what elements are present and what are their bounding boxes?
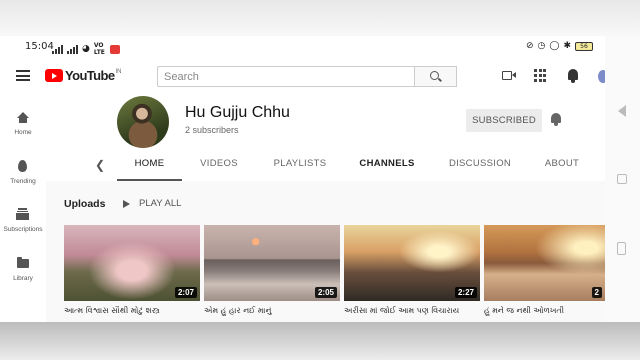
menu-icon[interactable] — [16, 70, 30, 81]
youtube-app: YouTube IN Search Home Trending Subscrip… — [0, 58, 608, 324]
notification-app-icon — [109, 44, 120, 54]
masthead: YouTube IN Search — [0, 58, 608, 94]
notification-bell-icon[interactable] — [549, 113, 563, 127]
shelf-title[interactable]: Uploads — [64, 198, 105, 210]
chevron-left-icon[interactable]: ❮ — [95, 158, 105, 172]
video-thumbnail[interactable]: 2:05 — [204, 225, 340, 301]
tab-videos[interactable]: VIDEOS — [191, 149, 247, 181]
video-title[interactable]: એમ હું હાર નઈ માનું — [204, 306, 340, 316]
youtube-logo[interactable]: YouTube IN — [45, 68, 121, 83]
volte-badge: VO LTE — [93, 42, 105, 56]
channel-header: Hu Gujju Chhu 2 subscribers SUBSCRIBED — [46, 94, 605, 149]
status-time: 15:04 — [25, 41, 54, 52]
play-all-button[interactable]: PLAY ALL — [123, 198, 181, 209]
channel-tabs: ❮ HOME VIDEOS PLAYLISTS CHANNELS DISCUSS… — [46, 149, 605, 181]
video-title[interactable]: આત્મ વિશ્વાસ સૌથી મોટું શસ્ત્ર — [64, 306, 200, 316]
video-card[interactable]: 2 હું મને જ નથી ઓળખતી — [484, 225, 605, 316]
channel-avatar[interactable] — [117, 96, 169, 148]
subscriber-count: 2 subscribers — [185, 125, 239, 135]
create-video-icon[interactable] — [502, 69, 516, 83]
logo-country: IN — [115, 68, 122, 75]
signal-icon-2 — [67, 44, 78, 54]
flame-icon — [18, 160, 27, 172]
video-title[interactable]: અરીસા માં જોઈ આમ પણ વિચારાય — [344, 306, 480, 316]
tab-channels[interactable]: CHANNELS — [355, 149, 419, 181]
video-title[interactable]: હું મને જ નથી ઓળખતી — [484, 306, 605, 316]
mute-icon: ⊘ — [525, 41, 534, 51]
tab-discussion[interactable]: DISCUSSION — [444, 149, 516, 181]
video-thumbnail[interactable]: 2:27 — [344, 225, 480, 301]
bluetooth-icon: ✱ — [563, 41, 571, 51]
video-thumbnail[interactable]: 2 — [484, 225, 605, 301]
video-card[interactable]: 2:07 આત્મ વિશ્વાસ સૌથી મોટું શસ્ત્ર — [64, 225, 200, 316]
video-duration: 2 — [591, 287, 602, 298]
guide-item-subscriptions[interactable]: Subscriptions — [0, 207, 46, 233]
screen-bottom-fade — [0, 322, 640, 360]
guide-item-label: Home — [14, 129, 32, 136]
guide-item-label: Subscriptions — [3, 226, 43, 233]
channel-name: Hu Gujju Chhu — [185, 104, 290, 121]
guide-item-label: Trending — [10, 178, 36, 185]
tab-playlists[interactable]: PLAYLISTS — [268, 149, 332, 181]
logo-text: YouTube — [65, 68, 115, 83]
tab-about[interactable]: ABOUT — [537, 149, 587, 181]
channel-page: Hu Gujju Chhu 2 subscribers SUBSCRIBED ❮… — [46, 94, 605, 324]
apps-grid-icon[interactable] — [534, 69, 548, 83]
wifi-icon: ◕ — [82, 44, 90, 54]
battery-icon: 56 — [575, 41, 593, 51]
video-duration: 2:05 — [314, 287, 337, 298]
video-duration: 2:07 — [174, 287, 197, 298]
alarm-icon: ◷ — [537, 41, 546, 51]
notifications-bell-icon[interactable] — [566, 69, 580, 83]
system-recents-icon[interactable] — [617, 242, 626, 255]
eye-icon: ◯ — [549, 41, 560, 51]
video-card[interactable]: 2:27 અરીસા માં જોઈ આમ પણ વિચારાય — [344, 225, 480, 316]
guide-item-library[interactable]: Library — [0, 256, 46, 282]
guide-item-label: Library — [13, 275, 33, 282]
library-folder-icon — [17, 257, 29, 268]
video-thumbnail[interactable]: 2:07 — [64, 225, 200, 301]
guide-sidebar: Home Trending Subscriptions Library — [0, 94, 46, 324]
video-card[interactable]: 2:05 એમ હું હાર નઈ માનું — [204, 225, 340, 316]
play-icon — [123, 199, 130, 208]
youtube-play-icon — [45, 69, 63, 82]
guide-item-home[interactable]: Home — [0, 110, 46, 136]
system-home-icon[interactable] — [617, 174, 627, 184]
screen-top-fade — [0, 0, 640, 36]
play-all-label: PLAY ALL — [139, 198, 182, 209]
status-bar: 15:04 ◕ VO LTE ⊘ ◷ ◯ ✱ 56 — [0, 36, 605, 58]
search-icon — [430, 71, 439, 80]
search-button[interactable] — [415, 66, 457, 87]
system-back-icon[interactable] — [618, 105, 626, 117]
home-icon — [17, 112, 29, 123]
subscribed-button[interactable]: SUBSCRIBED — [466, 109, 542, 132]
search-input[interactable]: Search — [157, 66, 415, 87]
signal-icon — [52, 44, 63, 54]
video-duration: 2:27 — [454, 287, 477, 298]
tab-home[interactable]: HOME — [117, 149, 182, 181]
guide-item-trending[interactable]: Trending — [0, 159, 46, 185]
subscriptions-icon — [16, 208, 29, 220]
